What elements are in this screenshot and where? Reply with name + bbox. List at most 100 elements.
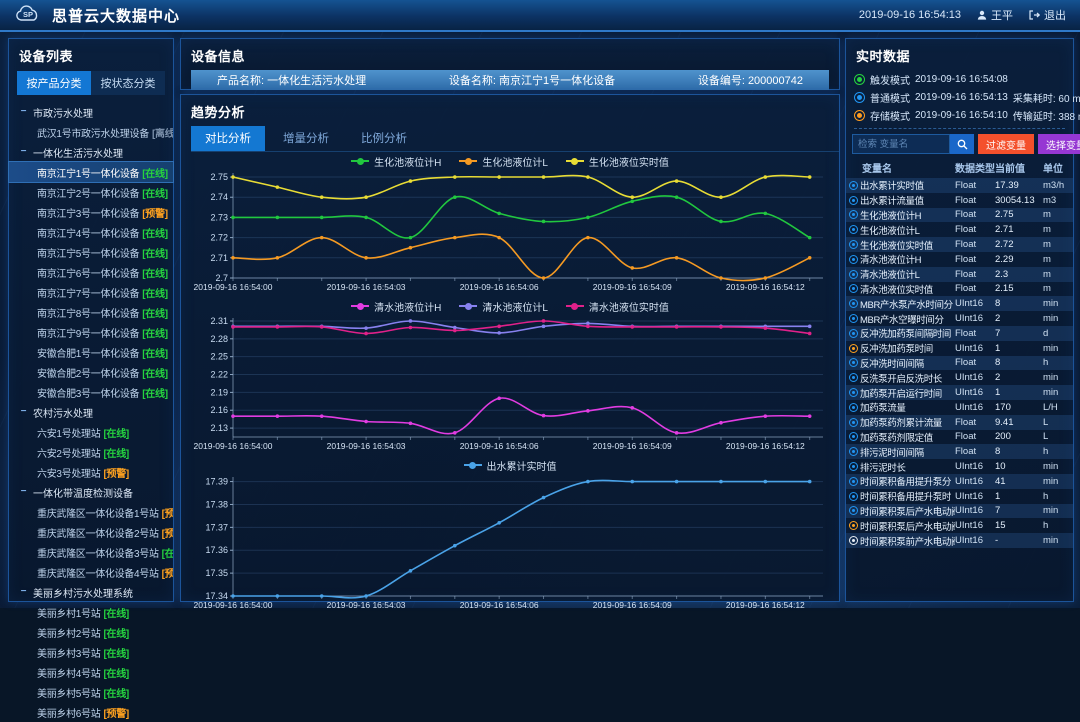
table-row[interactable]: 加药泵流量UInt16170L/H [846, 400, 1073, 415]
table-row[interactable]: 排污泥时长UInt1610min [846, 459, 1073, 474]
variable-status-icon [849, 240, 858, 249]
table-row[interactable]: 加药泵开启运行时间UInt161min [846, 385, 1073, 400]
table-row[interactable]: 反冲洗时间间隔Float8h [846, 356, 1073, 371]
tab-increment-analysis[interactable]: 增量分析 [269, 126, 343, 151]
unit: m3 [1043, 195, 1073, 206]
legend-item[interactable]: 清水池液位计H [351, 299, 441, 314]
device-item[interactable]: 安徽合肥3号一体化设备[在线] [9, 382, 173, 402]
table-row[interactable]: 加药泵药剂限定值Float200L [846, 430, 1073, 445]
trend-title: 趋势分析 [181, 95, 839, 126]
variable-status-icon [849, 536, 858, 545]
device-item[interactable]: 武汉1号市政污水处理设备[离线] [9, 122, 173, 142]
table-row[interactable]: 时间累积备用提升泵时UInt161h [846, 489, 1073, 504]
tree-group[interactable]: −一体化生活污水处理 [9, 142, 173, 162]
table-row[interactable]: 生化池液位实时值Float2.72m [846, 237, 1073, 252]
device-item[interactable]: 安徽合肥2号一体化设备[在线] [9, 362, 173, 382]
table-row[interactable]: 排污泥时间间隔Float8h [846, 444, 1073, 459]
legend-item[interactable]: 清水池液位实时值 [566, 299, 669, 314]
device-item[interactable]: 南京江宁8号一体化设备[在线] [9, 302, 173, 322]
tab-by-status[interactable]: 按状态分类 [91, 71, 165, 95]
tree-group[interactable]: −美丽乡村污水处理系统 [9, 582, 173, 602]
device-item[interactable]: 南京江宁5号一体化设备[在线] [9, 242, 173, 262]
table-row[interactable]: 反洗泵开启反洗时长UInt162min [846, 370, 1073, 385]
tab-ratio-analysis[interactable]: 比例分析 [347, 126, 421, 151]
tab-compare-analysis[interactable]: 对比分析 [191, 126, 265, 151]
normal-mode-icon [854, 92, 865, 103]
tab-by-product[interactable]: 按产品分类 [17, 71, 91, 95]
table-row[interactable]: 反冲洗加药泵间隔时间Float7d [846, 326, 1073, 341]
status-badge: [在线] [162, 549, 173, 560]
device-item[interactable]: 美丽乡村6号站[预警] [9, 702, 173, 722]
status-badge: [在线] [103, 609, 128, 620]
table-row[interactable]: 时间累积泵后产水电动阀分UInt167min [846, 504, 1073, 519]
device-name: 重庆武隆区一体化设备2号站 [37, 529, 159, 540]
device-item[interactable]: 六安3号处理站[预警] [9, 462, 173, 482]
status-badge: [在线] [142, 229, 167, 240]
current-value: 7 [995, 328, 1043, 339]
variable-status-icon [849, 388, 858, 397]
collapse-icon[interactable]: − [19, 588, 28, 597]
device-info-title: 设备信息 [181, 39, 839, 70]
device-item[interactable]: 六安2号处理站[在线] [9, 442, 173, 462]
tree-group[interactable]: −农村污水处理 [9, 402, 173, 422]
collapse-icon[interactable]: − [19, 108, 28, 117]
device-item[interactable]: 重庆武隆区一体化设备4号站[预警] [9, 562, 173, 582]
table-row[interactable]: 出水累计流量值Float30054.13m3 [846, 193, 1073, 208]
table-row[interactable]: 时间累积泵前产水电动阀分UInt16-min [846, 533, 1073, 548]
legend-item[interactable]: 清水池液位计L [459, 299, 548, 314]
variable-search-input[interactable] [852, 134, 950, 154]
legend-marker-icon [566, 160, 584, 162]
select-variable-button[interactable]: 选择变量 [1038, 134, 1080, 154]
device-item[interactable]: 六安1号处理站[在线] [9, 422, 173, 442]
logout-button[interactable]: 退出 [1029, 7, 1066, 23]
tree-group[interactable]: −一体化带温度检测设备 [9, 482, 173, 502]
device-item[interactable]: 南京江宁2号一体化设备[在线] [9, 182, 173, 202]
table-row[interactable]: MBR产水泵产水时间分UInt168min [846, 296, 1073, 311]
legend-item[interactable]: 生化池液位计L [459, 154, 548, 169]
table-row[interactable]: 时间累积备用提升泵分UInt1641min [846, 474, 1073, 489]
device-name: 南京江宁2号一体化设备 [37, 189, 139, 200]
device-item[interactable]: 美丽乡村2号站[在线] [9, 622, 173, 642]
device-item[interactable]: 美丽乡村4号站[在线] [9, 662, 173, 682]
device-item[interactable]: 重庆武隆区一体化设备2号站[预警] [9, 522, 173, 542]
table-row[interactable]: 加药泵药剂累计流量Float9.41L [846, 415, 1073, 430]
device-item[interactable]: 美丽乡村5号站[在线] [9, 682, 173, 702]
device-item[interactable]: 南京江宁3号一体化设备[预警] [9, 202, 173, 222]
table-row[interactable]: 时间累积泵后产水电动阀时UInt1615h [846, 518, 1073, 533]
device-item[interactable]: 美丽乡村3号站[在线] [9, 642, 173, 662]
device-item[interactable]: 南京江宁7号一体化设备[在线] [9, 282, 173, 302]
legend-item[interactable]: 生化池液位计H [351, 154, 441, 169]
user-menu[interactable]: 王平 [977, 7, 1013, 23]
tree-group[interactable]: −市政污水处理 [9, 102, 173, 122]
collapse-icon[interactable]: − [19, 148, 28, 157]
variable-table: 出水累计实时值Float17.39m3/h出水累计流量值Float30054.1… [846, 178, 1073, 548]
device-item[interactable]: 安徽合肥1号一体化设备[在线] [9, 342, 173, 362]
filter-variable-button[interactable]: 过滤变量 [978, 134, 1034, 154]
device-name: 美丽乡村5号站 [37, 689, 100, 700]
device-item[interactable]: 南京江宁4号一体化设备[在线] [9, 222, 173, 242]
device-item[interactable]: 重庆武隆区一体化设备1号站[预警] [9, 502, 173, 522]
legend-item[interactable]: 生化池液位实时值 [566, 154, 669, 169]
device-item[interactable]: 美丽乡村1号站[在线] [9, 602, 173, 622]
collapse-icon[interactable]: − [19, 408, 28, 417]
table-row[interactable]: 反冲洗加药泵时间UInt161min [846, 341, 1073, 356]
device-list-tabs: 按产品分类 按状态分类 [17, 71, 165, 95]
table-row[interactable]: 生化池液位计LFloat2.71m [846, 222, 1073, 237]
table-row[interactable]: 出水累计实时值Float17.39m3/h [846, 178, 1073, 193]
legend-item[interactable]: 出水累计实时值 [464, 458, 557, 473]
device-item[interactable]: 南京江宁9号一体化设备[在线] [9, 322, 173, 342]
table-row[interactable]: 清水池液位计LFloat2.3m [846, 267, 1073, 282]
device-item[interactable]: 南京江宁1号一体化设备[在线] [9, 162, 173, 182]
device-name: 重庆武隆区一体化设备4号站 [37, 569, 159, 580]
svg-text:2019-09-16 16:54:12: 2019-09-16 16:54:12 [726, 282, 805, 292]
unit: min [1043, 476, 1073, 487]
device-item[interactable]: 南京江宁6号一体化设备[在线] [9, 262, 173, 282]
table-row[interactable]: 清水池液位实时值Float2.15m [846, 282, 1073, 297]
search-button[interactable] [950, 134, 974, 154]
device-item[interactable]: 重庆武隆区一体化设备3号站[在线] [9, 542, 173, 562]
table-row[interactable]: 清水池液位计HFloat2.29m [846, 252, 1073, 267]
current-value: 8 [995, 357, 1043, 368]
collapse-icon[interactable]: − [19, 488, 28, 497]
table-row[interactable]: MBR产水空曝时间分UInt162min [846, 311, 1073, 326]
table-row[interactable]: 生化池液位计HFloat2.75m [846, 208, 1073, 223]
